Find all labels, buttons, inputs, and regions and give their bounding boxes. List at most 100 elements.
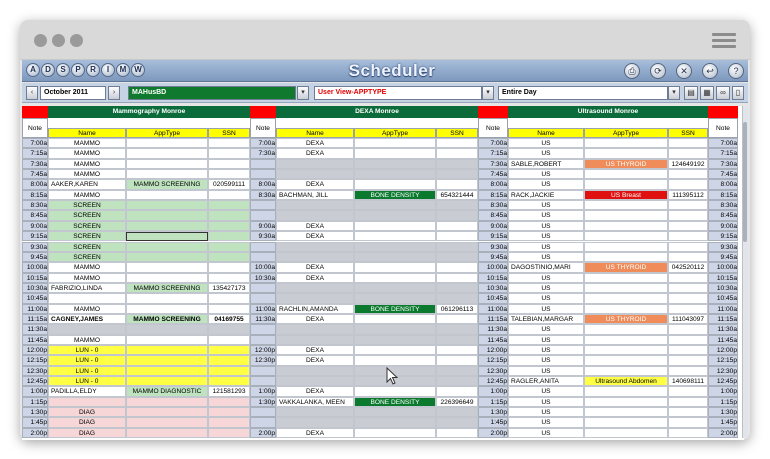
appointment-name-cell[interactable]: SABLE,ROBERT — [508, 158, 584, 170]
appointment-ssn-cell[interactable]: 124649192 — [668, 158, 708, 170]
appointment-type-cell[interactable]: BONE DENSITY — [354, 396, 436, 408]
appointment-ssn-cell[interactable] — [208, 355, 250, 366]
appointment-type-cell[interactable] — [584, 417, 668, 428]
appointment-type-cell[interactable] — [354, 179, 436, 190]
appointment-ssn-cell[interactable] — [208, 427, 250, 439]
appointment-ssn-cell[interactable] — [208, 138, 250, 149]
appointment-name-cell[interactable] — [276, 158, 354, 170]
appointment-name-cell[interactable]: DIAG — [48, 407, 126, 418]
appointment-ssn-cell[interactable] — [436, 262, 478, 273]
appointment-name-cell[interactable]: US — [508, 303, 584, 314]
appointment-name-cell[interactable]: MAMMO — [48, 303, 126, 314]
appointment-type-cell[interactable]: US THYROID — [584, 313, 668, 325]
appointment-name-cell[interactable]: US — [508, 210, 584, 221]
print-icon[interactable]: ⎙ — [624, 63, 640, 79]
appointment-name-cell[interactable]: MAMMO — [48, 138, 126, 149]
appointment-type-cell[interactable] — [584, 324, 668, 335]
appointment-name-cell[interactable]: US — [508, 427, 584, 439]
appointment-ssn-cell[interactable]: 135427173 — [208, 282, 250, 294]
appointment-name-cell[interactable]: US — [508, 148, 584, 159]
month-field[interactable]: October 2011 — [40, 86, 106, 100]
appointment-type-cell[interactable] — [584, 396, 668, 408]
appointment-type-cell[interactable] — [584, 427, 668, 439]
appointment-name-cell[interactable]: MAMMO — [48, 148, 126, 159]
appointment-name-cell[interactable]: US — [508, 241, 584, 252]
appointment-ssn-cell[interactable] — [668, 169, 708, 180]
appointment-type-cell[interactable] — [584, 272, 668, 283]
appointment-type-cell[interactable] — [354, 148, 436, 159]
appointment-name-cell[interactable]: US — [508, 251, 584, 263]
appointment-type-cell[interactable] — [126, 189, 208, 201]
appointment-ssn-cell[interactable] — [208, 241, 250, 252]
appointment-type-cell[interactable] — [126, 365, 208, 377]
appointment-ssn-cell[interactable] — [668, 179, 708, 190]
provider-select[interactable]: MAHusBD — [128, 86, 296, 100]
appointment-type-cell[interactable] — [126, 324, 208, 335]
appointment-type-cell[interactable]: MAMMO DIAGNOSTIC — [126, 386, 208, 397]
appointment-name-cell[interactable]: DEXA — [276, 345, 354, 356]
appointment-type-cell[interactable] — [354, 138, 436, 149]
view-select[interactable]: User View-APPTYPE — [314, 86, 482, 100]
appointment-ssn-cell[interactable] — [208, 148, 250, 159]
appointment-type-cell[interactable] — [584, 148, 668, 159]
appointment-name-cell[interactable]: US — [508, 324, 584, 335]
appointment-ssn-cell[interactable]: 042520112 — [668, 262, 708, 273]
appointment-type-cell[interactable] — [584, 231, 668, 242]
appointment-name-cell[interactable]: US — [508, 138, 584, 149]
appointment-ssn-cell[interactable] — [208, 345, 250, 356]
appointment-type-cell[interactable] — [126, 200, 208, 211]
appointment-name-cell[interactable]: US — [508, 220, 584, 232]
appointment-type-cell[interactable]: Ultrasound Abdomen — [584, 376, 668, 387]
appointment-type-cell[interactable] — [354, 334, 436, 345]
appointment-name-cell[interactable] — [276, 251, 354, 263]
appointment-type-cell[interactable] — [354, 407, 436, 418]
appointment-type-cell[interactable] — [584, 303, 668, 314]
range-dropdown-icon[interactable]: ▾ — [668, 86, 680, 100]
appointment-name-cell[interactable]: SCREEN — [48, 241, 126, 252]
provider-dropdown-icon[interactable]: ▾ — [297, 86, 309, 100]
module-button-w[interactable]: W — [131, 63, 145, 77]
appointment-name-cell[interactable]: MAMMO — [48, 334, 126, 345]
tools-icon[interactable]: ✕ — [676, 63, 692, 79]
appointment-name-cell[interactable] — [48, 293, 126, 304]
appointment-type-cell[interactable] — [354, 355, 436, 366]
appointment-name-cell[interactable]: DEXA — [276, 179, 354, 190]
appointment-name-cell[interactable]: SCREEN — [48, 251, 126, 263]
appointment-name-cell[interactable] — [276, 241, 354, 252]
appointment-name-cell[interactable] — [276, 417, 354, 428]
appointment-ssn-cell[interactable] — [668, 220, 708, 232]
appointment-type-cell[interactable]: MAMMO SCREENING — [126, 282, 208, 294]
appointment-ssn-cell[interactable] — [208, 231, 250, 242]
appointment-type-cell[interactable] — [354, 169, 436, 180]
appointment-type-cell[interactable] — [354, 272, 436, 283]
appointment-name-cell[interactable]: DEXA — [276, 355, 354, 366]
appointment-ssn-cell[interactable] — [208, 220, 250, 232]
appointment-type-cell[interactable] — [126, 293, 208, 304]
appointment-name-cell[interactable]: LUN - 0 — [48, 355, 126, 366]
appointment-type-cell[interactable]: US THYROID — [584, 158, 668, 170]
appointment-ssn-cell[interactable] — [208, 200, 250, 211]
appointment-type-cell[interactable] — [354, 251, 436, 263]
appointment-ssn-cell[interactable] — [436, 355, 478, 366]
appointment-ssn-cell[interactable]: 04169755 — [208, 313, 250, 325]
appointment-name-cell[interactable]: DIAG — [48, 417, 126, 428]
appointment-ssn-cell[interactable] — [668, 282, 708, 294]
appointment-name-cell[interactable]: US — [508, 417, 584, 428]
appointment-type-cell[interactable] — [354, 427, 436, 439]
module-button-r[interactable]: R — [86, 63, 100, 77]
appointment-name-cell[interactable]: VAKKALANKA, MEEN — [276, 396, 354, 408]
appointment-name-cell[interactable] — [276, 293, 354, 304]
appointment-name-cell[interactable]: DAGOSTINIO,MARI — [508, 262, 584, 273]
appointment-name-cell[interactable]: LUN - 0 — [48, 365, 126, 377]
appointment-ssn-cell[interactable] — [208, 376, 250, 387]
range-select[interactable]: Entire Day — [498, 86, 668, 100]
appointment-name-cell[interactable]: DEXA — [276, 138, 354, 149]
appointment-ssn-cell[interactable] — [436, 148, 478, 159]
appointment-type-cell[interactable] — [354, 241, 436, 252]
appointment-ssn-cell[interactable] — [668, 251, 708, 263]
appointment-type-cell[interactable] — [584, 386, 668, 397]
appointment-ssn-cell[interactable] — [668, 231, 708, 242]
appointment-type-cell[interactable] — [354, 345, 436, 356]
appointment-name-cell[interactable]: RACK,JACKIE — [508, 189, 584, 201]
appointment-type-cell[interactable]: US Breast — [584, 189, 668, 201]
